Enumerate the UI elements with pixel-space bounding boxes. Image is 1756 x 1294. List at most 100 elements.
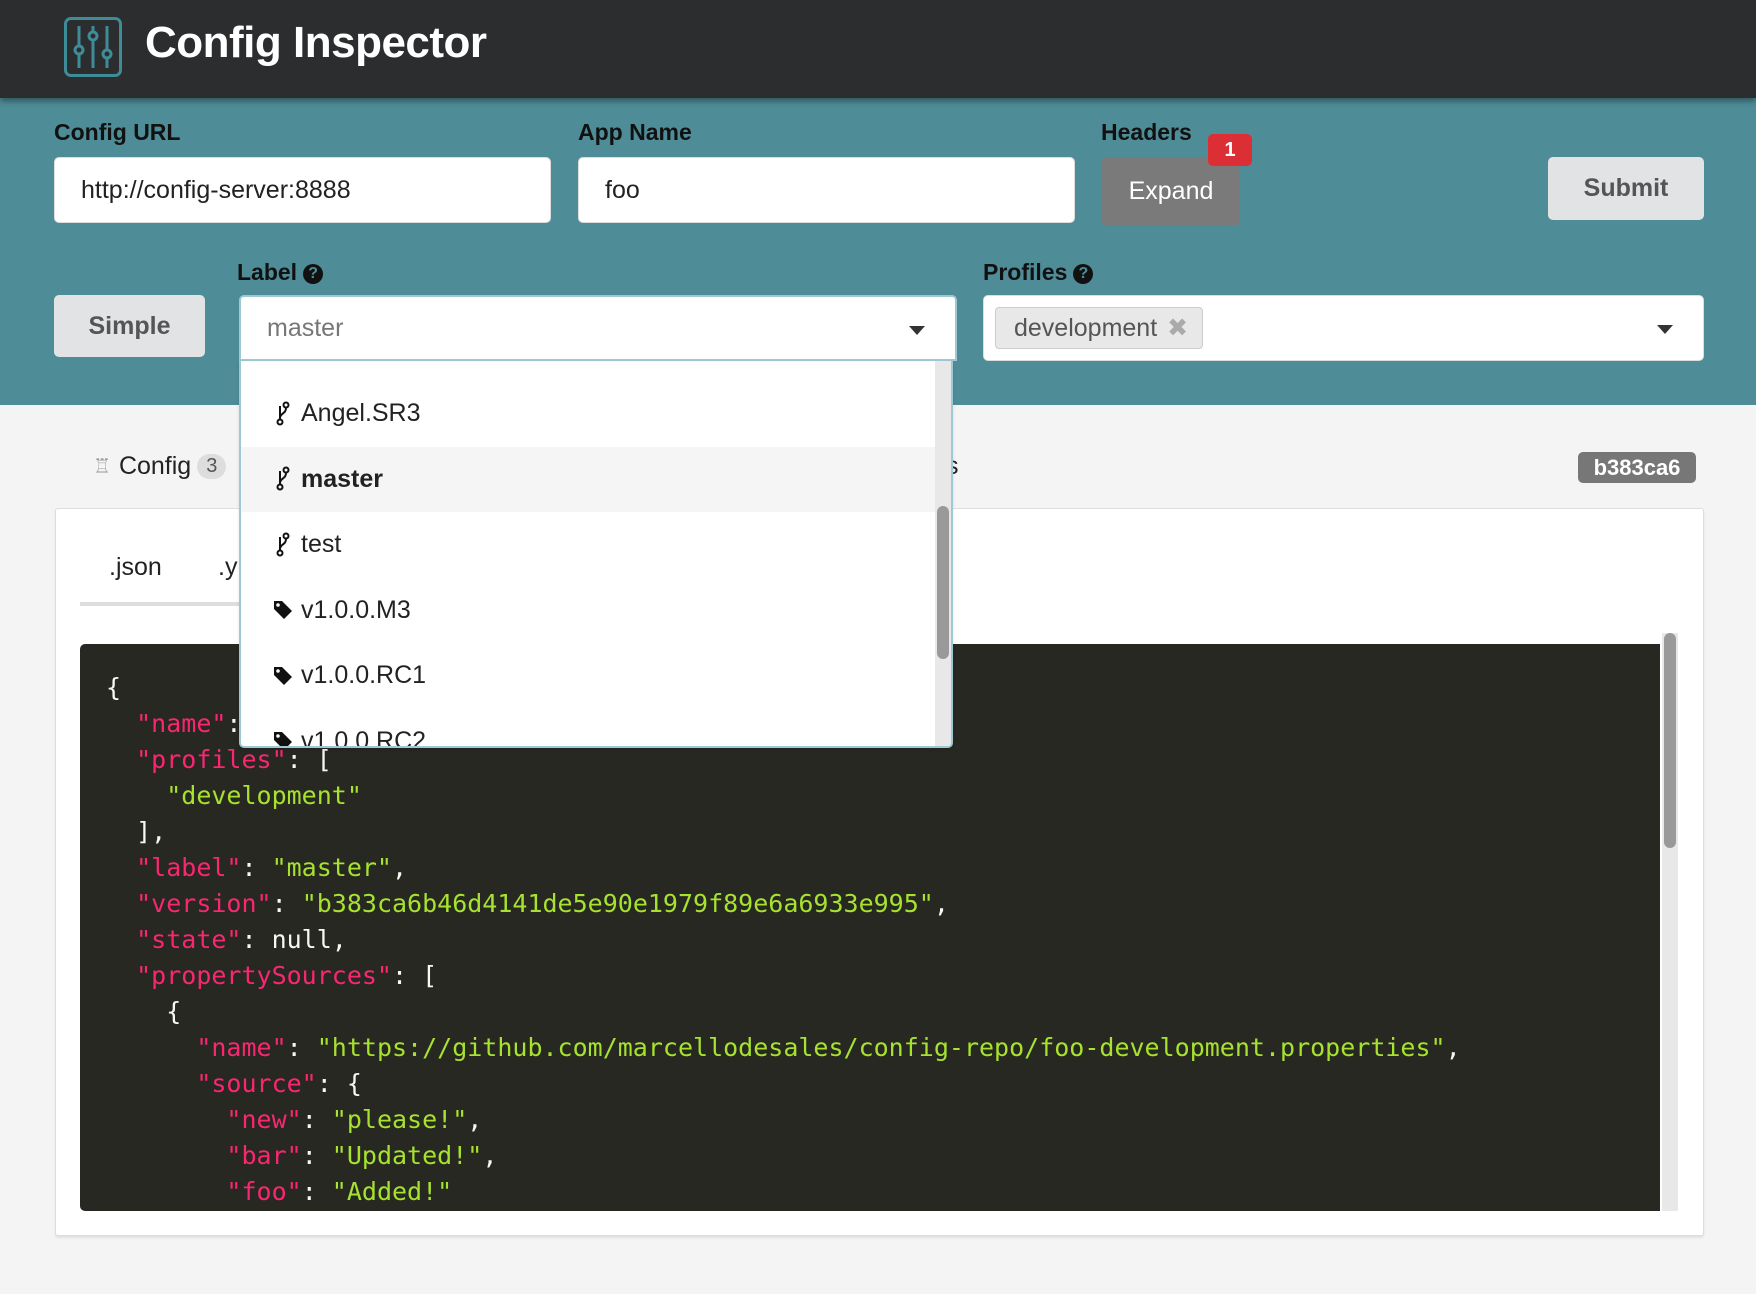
label-select-value: master — [267, 313, 344, 342]
profile-chip: development ✖ — [995, 307, 1204, 349]
tag-icon — [271, 665, 295, 687]
json-punctuation — [106, 745, 136, 774]
json-key: "bar" — [226, 1141, 302, 1170]
json-punctuation: { — [106, 673, 122, 702]
json-key: "new" — [226, 1105, 302, 1134]
label-option-text: v1.0.0.RC2 — [301, 726, 427, 748]
label-option-text: v1.0.0.RC1 — [301, 661, 427, 690]
label-option-text: v1.0.0.M3 — [301, 595, 411, 624]
json-punctuation — [106, 1141, 226, 1170]
profiles-select[interactable]: development ✖ — [983, 295, 1704, 361]
json-string: "Added!" — [331, 1177, 453, 1206]
json-key: "profiles" — [136, 745, 287, 774]
code-line: { — [106, 994, 1461, 1030]
config-url-label: Config URL — [54, 119, 181, 145]
json-punctuation: : — [286, 1033, 317, 1062]
label-option[interactable]: v1.0.0.M3 — [241, 578, 937, 644]
code-scrollbar[interactable] — [1662, 633, 1678, 1211]
json-key: "label" — [136, 853, 242, 882]
json-string: "development" — [166, 781, 362, 810]
json-punctuation: : [ — [391, 961, 438, 990]
json-punctuation: : { — [316, 1069, 362, 1098]
branch-icon — [271, 401, 295, 427]
json-punctuation: : — [301, 1177, 332, 1206]
label-dropdown-menu: Angel.SR3 master test v1.0.0.M3 v1.0.0.RC1 v1… — [239, 361, 953, 748]
code-content: { "name": "profiles": [ "development" ],… — [106, 670, 1461, 1210]
label-option[interactable]: v1.0.0.RC2 — [241, 709, 937, 748]
help-icon[interactable]: ? — [303, 264, 324, 284]
config-icon: ♖ — [93, 456, 111, 478]
app-name-value: foo — [605, 175, 640, 204]
json-string: "b383ca6b46d4141de5e90e1979f89e6a6933e99… — [301, 889, 934, 918]
json-key: "name" — [196, 1033, 287, 1062]
json-key: "propertySources" — [136, 961, 392, 990]
code-line: "development" — [106, 778, 1461, 814]
label-text: Label — [237, 259, 298, 285]
app-title: Config Inspector — [145, 18, 487, 67]
code-line: "version": "b383ca6b46d4141de5e90e1979f8… — [106, 886, 1461, 922]
json-punctuation — [106, 781, 166, 810]
app-name-label: App Name — [578, 119, 692, 145]
branch-icon — [271, 466, 295, 492]
json-string: "please!" — [331, 1105, 468, 1134]
json-punctuation: , — [1445, 1033, 1461, 1062]
json-punctuation: , — [467, 1105, 483, 1134]
json-punctuation — [106, 889, 136, 918]
code-line: ], — [106, 814, 1461, 850]
json-string: "https://github.com/marcellodesales/conf… — [316, 1033, 1446, 1062]
json-string: "master" — [271, 853, 392, 882]
code-line: "foo": "Added!" — [106, 1174, 1461, 1210]
tab-json[interactable]: .json — [109, 553, 162, 582]
json-punctuation: , — [482, 1141, 498, 1170]
json-punctuation: : [ — [286, 745, 332, 774]
label-field-label: Label? — [237, 259, 324, 286]
profile-chip-label: development — [1014, 313, 1158, 342]
app-name-input[interactable]: foo — [578, 157, 1075, 223]
expand-headers-button[interactable]: Expand — [1102, 157, 1240, 226]
branch-icon — [271, 532, 295, 558]
json-punctuation: : null, — [241, 925, 347, 954]
label-select[interactable]: master — [239, 295, 957, 361]
json-punctuation — [106, 709, 136, 738]
tab-config-label: Config — [118, 452, 192, 480]
submit-button[interactable]: Submit — [1548, 157, 1704, 220]
label-option[interactable]: master — [241, 446, 937, 512]
headers-label: Headers — [1101, 119, 1192, 145]
remove-icon[interactable]: ✖ — [1167, 313, 1188, 343]
json-punctuation — [106, 1033, 196, 1062]
label-option[interactable]: test — [241, 512, 937, 578]
help-icon[interactable]: ? — [1073, 264, 1094, 284]
tag-icon — [271, 730, 295, 746]
label-option-text: test — [301, 530, 342, 559]
version-badge: b383ca6 — [1578, 452, 1696, 483]
code-line: "label": "master", — [106, 850, 1461, 886]
profiles-field-label: Profiles? — [983, 259, 1094, 286]
label-option-text: Angel.SR3 — [301, 399, 421, 428]
tab-config[interactable]: ♖ Config 3 — [93, 452, 227, 481]
json-key: "version" — [136, 889, 272, 918]
json-punctuation: : — [301, 1105, 332, 1134]
dropdown-scrollbar[interactable] — [935, 361, 951, 746]
json-punctuation: : — [241, 853, 272, 882]
chevron-down-icon — [909, 326, 925, 335]
json-punctuation — [106, 1177, 226, 1206]
app-header: Config Inspector — [0, 0, 1756, 98]
code-line: "new": "please!", — [106, 1102, 1461, 1138]
code-line: "state": null, — [106, 922, 1461, 958]
simple-mode-button[interactable]: Simple — [54, 295, 205, 357]
json-key: "source" — [196, 1069, 317, 1098]
json-punctuation — [106, 1069, 196, 1098]
code-line: "name": "https://github.com/marcellodesa… — [106, 1030, 1461, 1066]
tag-icon — [271, 599, 295, 621]
json-punctuation: : — [271, 889, 302, 918]
code-line: "propertySources": [ — [106, 958, 1461, 994]
label-option[interactable]: v1.0.0.RC1 — [241, 643, 937, 709]
label-option[interactable]: Angel.SR3 — [241, 381, 937, 447]
sliders-icon — [64, 17, 122, 77]
code-scrollbar-thumb[interactable] — [1664, 633, 1676, 848]
label-option-text: master — [301, 464, 383, 493]
config-url-input[interactable]: http://config-server:8888 — [54, 157, 551, 223]
dropdown-scrollbar-thumb[interactable] — [937, 506, 949, 659]
code-line: "source": { — [106, 1066, 1461, 1102]
json-punctuation: { — [106, 997, 182, 1026]
